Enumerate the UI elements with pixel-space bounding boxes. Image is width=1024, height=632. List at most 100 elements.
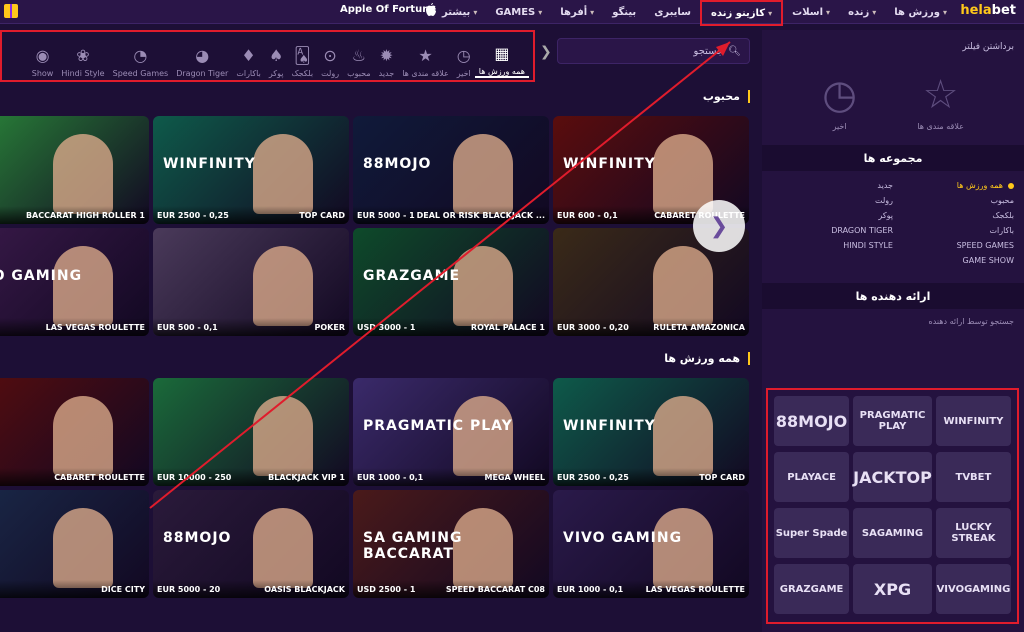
category-0[interactable]: ▦ همه ورزش ها <box>474 34 529 78</box>
game-card[interactable]: EUR 500 - 0,1 POKER <box>153 228 349 336</box>
dealer-image <box>53 134 113 214</box>
category-9[interactable]: ◕ Dragon Tiger <box>172 34 232 78</box>
collection-item[interactable]: SPEED GAMES <box>893 241 1014 250</box>
clock-icon: ◷ <box>456 46 471 65</box>
nav-item-7[interactable]: GAMES ▾ <box>486 0 551 24</box>
card-caption: EUR 500 - 0,1 POKER <box>153 318 349 336</box>
game-card[interactable]: SA GAMING BACCARAT USD 2500 - 1 SPEED BACC… <box>353 490 549 598</box>
category-10[interactable]: ◔ Speed Games <box>109 34 173 78</box>
nav-item-1[interactable]: زنده ▾ <box>839 0 885 24</box>
chevron-right-icon[interactable]: ❯ <box>540 44 552 60</box>
collection-item[interactable]: پوکر <box>772 211 893 220</box>
category-label: بلکجک <box>291 69 314 78</box>
provider-tile[interactable]: GRAZGAME <box>774 564 850 614</box>
collection-label: GAME SHOW <box>962 256 1014 265</box>
lotus-icon: ❀ <box>76 46 90 65</box>
chevron-down-icon: ▾ <box>538 7 543 17</box>
category-7[interactable]: ♠ پوکر <box>265 34 288 78</box>
collection-item[interactable]: بلکجک <box>893 211 1014 220</box>
game-card[interactable]: 88MOJO EUR 5000 - 20 OASIS BLACKJACK <box>153 490 349 598</box>
chevron-down-icon: ▾ <box>590 7 595 17</box>
nav-label: GAMES <box>495 6 536 18</box>
card-limits: EUR 5000 - 1 <box>357 210 415 220</box>
category-2[interactable]: ★ علاقه مندی ها <box>398 34 453 78</box>
card-title: RULETA AMAZONICA <box>653 322 745 332</box>
provider-logo: VIVO GAMING <box>0 268 83 284</box>
nav-item-3[interactable]: کازینو زنده ▾ <box>700 0 784 26</box>
category-12[interactable]: ◉ Show <box>28 34 58 78</box>
category-3[interactable]: ✹ جدید <box>375 34 399 78</box>
provider-tile[interactable]: Super Spade <box>774 508 850 558</box>
provider-tile[interactable]: TVBET <box>935 452 1011 502</box>
next-arrow-icon[interactable]: ❯ <box>693 200 745 252</box>
collection-item[interactable]: باکارات <box>893 226 1014 235</box>
collection-label: بلکجک <box>992 211 1014 220</box>
nav-item-8[interactable]: بیشتر ▾ <box>433 0 486 24</box>
collection-item[interactable]: رولت <box>772 196 893 205</box>
card-title: BACCARAT HIGH ROLLER 1 <box>25 210 145 220</box>
category-6[interactable]: 🂡 بلکجک <box>287 34 317 78</box>
search-input[interactable]: جستجو 🔍︎ <box>557 38 750 64</box>
provider-logo: WINFINITY <box>163 156 256 172</box>
nav-label: سایبری <box>654 6 692 18</box>
fav-filter[interactable]: ☆ علاقه مندی ها <box>917 72 964 131</box>
provider-tile[interactable]: SAGAMING <box>853 508 932 558</box>
nav-item-5[interactable]: بینگو <box>603 0 645 24</box>
game-card[interactable]: EUR 10000 - 250 BLACKJACK VIP 1 <box>153 378 349 486</box>
nav-item-2[interactable]: اسلات ▾ <box>783 0 839 24</box>
collection-item[interactable]: محبوب <box>893 196 1014 205</box>
category-label: Speed Games <box>112 69 169 78</box>
collection-label: جدید <box>877 181 893 190</box>
search-icon: 🔍︎ <box>728 45 741 57</box>
nav-item-0[interactable]: ورزش ها ▾ <box>885 0 956 24</box>
dealer-image <box>53 246 113 326</box>
fav-filter[interactable]: ◷ اخیر <box>822 72 857 131</box>
game-card[interactable]: WINFINITY EUR 2500 - 0,25 TOP CARD <box>153 116 349 224</box>
provider-tile[interactable]: LUCKY STREAK <box>935 508 1011 558</box>
game-card[interactable]: 88MOJO EUR 5000 - 1 DEAL OR RISK BLACKJACK… <box>353 116 549 224</box>
dealer-image <box>453 396 513 476</box>
gift-icon[interactable] <box>4 4 18 18</box>
logo[interactable]: helabet <box>960 3 1016 18</box>
collection-item[interactable]: HINDI STYLE <box>772 241 893 250</box>
collection-item[interactable]: جدید <box>772 181 893 190</box>
nav-item-4[interactable]: سایبری <box>645 0 700 24</box>
providers-search[interactable]: جستجو توسط ارائه دهنده <box>762 309 1024 330</box>
provider-tile[interactable]: PRAGMATIC PLAY <box>853 396 932 446</box>
collection-item[interactable]: GAME SHOW <box>893 256 1014 265</box>
collection-label: SPEED GAMES <box>956 241 1014 250</box>
provider-tile[interactable]: PLAYACE <box>774 452 850 502</box>
provider-tile[interactable]: JACKTOP <box>853 452 932 502</box>
card-title: OASIS BLACKJACK <box>264 584 345 594</box>
card-title: SPEED BACCARAT C08 <box>445 584 545 594</box>
provider-tile[interactable]: 88MOJO <box>774 396 850 446</box>
game-card[interactable]: 25 -BACCARAT HIGH ROLLER 1 <box>0 116 149 224</box>
category-label: پوکر <box>268 69 284 78</box>
category-5[interactable]: ⊙ رولت <box>317 34 343 78</box>
card-caption: EUR 1000 - 0,1 LAS VEGAS ROULETTE <box>553 580 749 598</box>
provider-tile[interactable]: XPG <box>853 564 932 614</box>
provider-tile[interactable]: WINFINITY <box>935 396 1011 446</box>
card-caption: USD 2500 - 1 SPEED BACCARAT C08 <box>353 580 549 598</box>
collections-title: مجموعه ها <box>762 145 1024 171</box>
provider-tile[interactable]: VIVOGAMING <box>935 564 1011 614</box>
collection-item[interactable]: همه ورزش ها <box>893 181 1014 190</box>
category-4[interactable]: ♨ محبوب <box>343 34 375 78</box>
category-1[interactable]: ◷ اخیر <box>453 34 475 78</box>
category-label: Dragon Tiger <box>176 69 229 78</box>
game-card[interactable]: VIVO GAMING 0,1LAS VEGAS ROULETTE <box>0 228 149 336</box>
apple-of-fortune-link[interactable]: Apple Of Fortune <box>340 4 436 15</box>
category-11[interactable]: ❀ Hindi Style <box>57 34 108 78</box>
clear-filter-link[interactable]: برداشتن فیلتر <box>762 30 1024 52</box>
game-card[interactable]: VIVO GAMING EUR 1000 - 0,1 LAS VEGAS ROULE… <box>553 490 749 598</box>
category-8[interactable]: ♦ باکارات <box>232 34 265 78</box>
game-card[interactable]: GRAZGAME USD 3000 - 1 ROYAL PALACE 1 <box>353 228 549 336</box>
card-title: LAS VEGAS ROULETTE <box>645 584 745 594</box>
collection-item[interactable]: DRAGON TIGER <box>772 226 893 235</box>
dealer-image <box>653 134 713 214</box>
game-card[interactable]: DICE CITY <box>0 490 149 598</box>
game-card[interactable]: WINFINITY EUR 2500 - 0,25 TOP CARD <box>553 378 749 486</box>
game-card[interactable]: CABARET ROULETTE <box>0 378 149 486</box>
game-card[interactable]: PRAGMATIC PLAY EUR 1000 - 0,1 MEGA WHEEL <box>353 378 549 486</box>
nav-item-6[interactable]: أفرها ▾ <box>551 0 603 24</box>
